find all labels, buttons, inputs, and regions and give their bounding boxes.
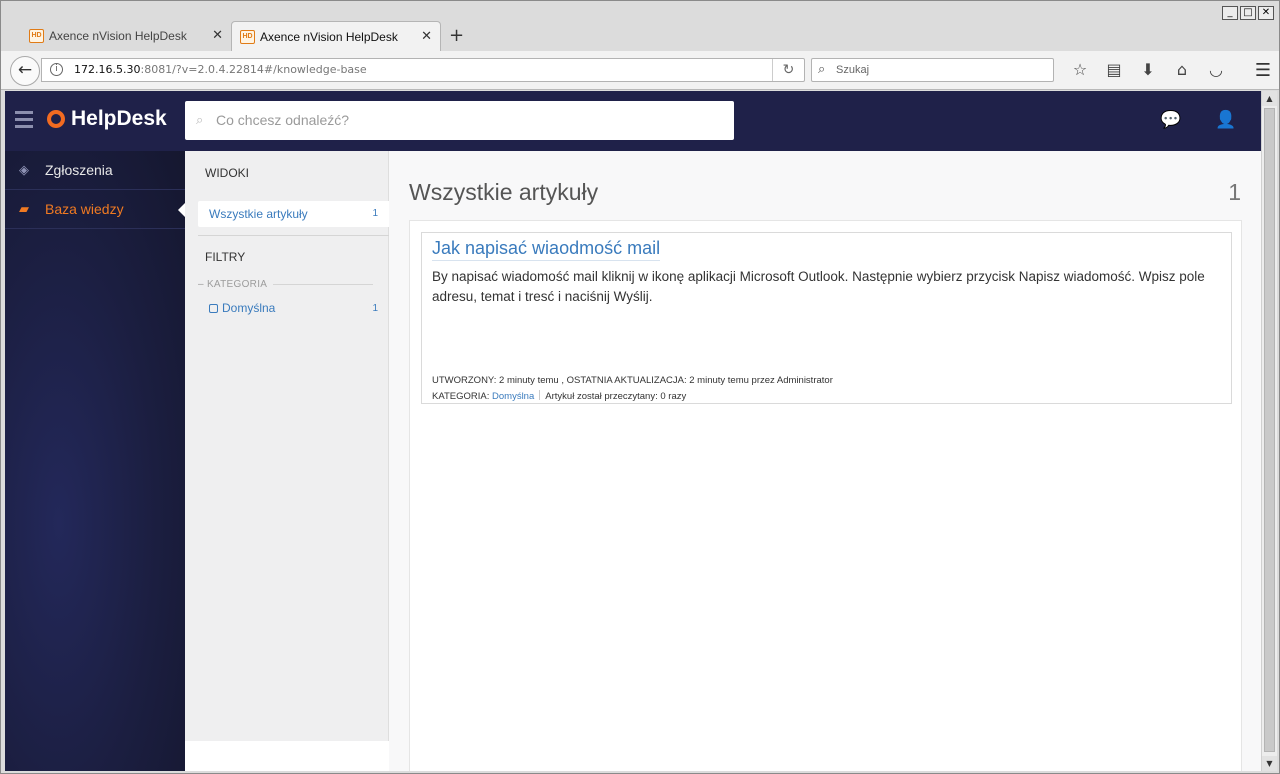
- sidebar-toggle-icon[interactable]: [15, 111, 33, 132]
- page-title: Wszystkie artykuły: [409, 179, 599, 205]
- views-panel: WIDOKI Wszystkie artykuły 1 FILTRY – KAT…: [185, 151, 389, 741]
- search-icon: ⌕: [196, 113, 204, 128]
- browser-search-input[interactable]: ⌕ Szukaj: [811, 58, 1054, 82]
- browser-search-placeholder: Szukaj: [836, 64, 870, 76]
- close-window-button[interactable]: ✕: [1258, 6, 1274, 20]
- filter-label: Domyślna: [222, 301, 276, 315]
- main-content: Wszystkie artykuły 1 Jak napisać wiaodmo…: [389, 151, 1261, 771]
- window-controls: _ □ ✕: [1222, 6, 1274, 20]
- maximize-button[interactable]: □: [1240, 6, 1256, 20]
- download-icon[interactable]: ⬇: [1131, 60, 1165, 79]
- article-body: By napisać wiadomość mail kliknij w ikon…: [432, 269, 1205, 304]
- category-link[interactable]: Domyślna: [492, 391, 534, 402]
- minimize-button[interactable]: _: [1222, 6, 1238, 20]
- back-arrow-icon[interactable]: ←: [10, 56, 40, 86]
- chat-bubbles-icon[interactable]: 💬: [1160, 110, 1181, 130]
- separator: [539, 390, 541, 400]
- article-card: Jak napisać wiaodmość mail By napisać wi…: [421, 232, 1232, 404]
- app-search-input[interactable]: ⌕ Co chcesz odnaleźć?: [185, 101, 734, 140]
- article-count: 1: [1228, 179, 1241, 205]
- view-all-articles[interactable]: Wszystkie artykuły 1: [198, 201, 389, 227]
- tab-strip: HD Axence nVision HelpDesk ✕ HD Axence n…: [1, 21, 1279, 51]
- url-bar[interactable]: i 172.16.5.30:8081/?v=2.0.4.22814#/knowl…: [41, 58, 805, 82]
- book-icon: ▰: [19, 201, 29, 217]
- article-title-link[interactable]: Jak napisać wiaodmość mail: [432, 238, 661, 261]
- pocket-icon[interactable]: ◡: [1199, 60, 1233, 79]
- sidebar: ◈ Zgłoszenia ▰ Baza wiedzy: [5, 151, 185, 771]
- brand-name: HelpDesk: [71, 107, 167, 130]
- scroll-up-icon[interactable]: ▲: [1262, 91, 1277, 106]
- category-prefix: KATEGORIA:: [432, 391, 490, 402]
- sidebar-item-zgloszenia[interactable]: ◈ Zgłoszenia: [5, 151, 185, 190]
- reload-icon[interactable]: ↻: [772, 59, 804, 81]
- app-search-placeholder: Co chcesz odnaleźć?: [216, 112, 350, 128]
- close-tab-icon[interactable]: ✕: [212, 28, 223, 43]
- bookmark-star-icon[interactable]: ☆: [1063, 60, 1097, 79]
- filters-heading: FILTRY: [205, 250, 246, 264]
- browser-window: _ □ ✕ HD Axence nVision HelpDesk ✕ HD Ax…: [0, 0, 1280, 774]
- lifebuoy-icon: [47, 110, 65, 128]
- sidebar-item-label: Baza wiedzy: [45, 201, 124, 217]
- hamburger-menu-icon[interactable]: ☰: [1255, 60, 1271, 81]
- url-path: :8081/?v=2.0.4.22814#/knowledge-base: [140, 63, 367, 76]
- user-icon[interactable]: 👤: [1215, 110, 1236, 130]
- views-heading: WIDOKI: [205, 166, 249, 180]
- toolbar-icons: ☆ ▤ ⬇ ⌂ ◡: [1063, 60, 1233, 79]
- info-icon[interactable]: i: [50, 63, 63, 76]
- url-host: 172.16.5.30: [74, 63, 141, 76]
- tab-title: Axence nVision HelpDesk: [49, 29, 187, 43]
- article-meta-dates: UTWORZONY: 2 minuty temu , OSTATNIA AKTU…: [432, 375, 833, 386]
- home-icon[interactable]: ⌂: [1165, 60, 1199, 79]
- close-tab-icon[interactable]: ✕: [421, 29, 432, 44]
- app-header: HelpDesk ⌕ Co chcesz odnaleźć? 💬 👤: [5, 91, 1261, 151]
- helpdesk-favicon-icon: HD: [29, 29, 44, 43]
- article-meta-category: KATEGORIA: Domyślna Artykuł został przecz…: [432, 390, 686, 402]
- reading-list-icon[interactable]: ▤: [1097, 60, 1131, 79]
- new-tab-icon[interactable]: +: [449, 25, 464, 46]
- filter-count: 1: [372, 303, 378, 314]
- scrollbar-thumb[interactable]: [1264, 108, 1275, 752]
- scroll-down-icon[interactable]: ▼: [1262, 756, 1277, 771]
- category-heading: – KATEGORIA: [198, 279, 373, 290]
- browser-tab-1[interactable]: HD Axence nVision HelpDesk ✕: [21, 21, 231, 51]
- view-count: 1: [372, 208, 378, 219]
- ticket-icon: ◈: [19, 162, 29, 178]
- view-label: Wszystkie artykuły: [209, 207, 308, 221]
- search-icon: ⌕: [818, 62, 826, 77]
- helpdesk-favicon-icon: HD: [240, 30, 255, 44]
- browser-toolbar: ← i 172.16.5.30:8081/?v=2.0.4.22814#/kno…: [1, 51, 1279, 90]
- helpdesk-logo[interactable]: HelpDesk: [47, 107, 167, 131]
- filter-category-default[interactable]: Domyślna 1: [209, 301, 389, 315]
- sidebar-item-label: Zgłoszenia: [45, 162, 113, 178]
- divider: [198, 235, 389, 236]
- vertical-scrollbar[interactable]: ▲ ▼: [1261, 91, 1277, 771]
- sidebar-item-baza-wiedzy[interactable]: ▰ Baza wiedzy: [5, 190, 185, 229]
- tab-title: Axence nVision HelpDesk: [260, 29, 398, 44]
- category-heading-label: KATEGORIA: [206, 279, 268, 290]
- page-viewport: HelpDesk ⌕ Co chcesz odnaleźć? 💬 👤 ◈ Zgł…: [5, 91, 1261, 771]
- articles-panel: Jak napisać wiaodmość mail By napisać wi…: [409, 220, 1242, 771]
- read-count: Artykuł został przeczytany: 0 razy: [545, 391, 687, 402]
- checkbox[interactable]: [209, 304, 218, 313]
- browser-tab-2[interactable]: HD Axence nVision HelpDesk ✕: [231, 21, 441, 51]
